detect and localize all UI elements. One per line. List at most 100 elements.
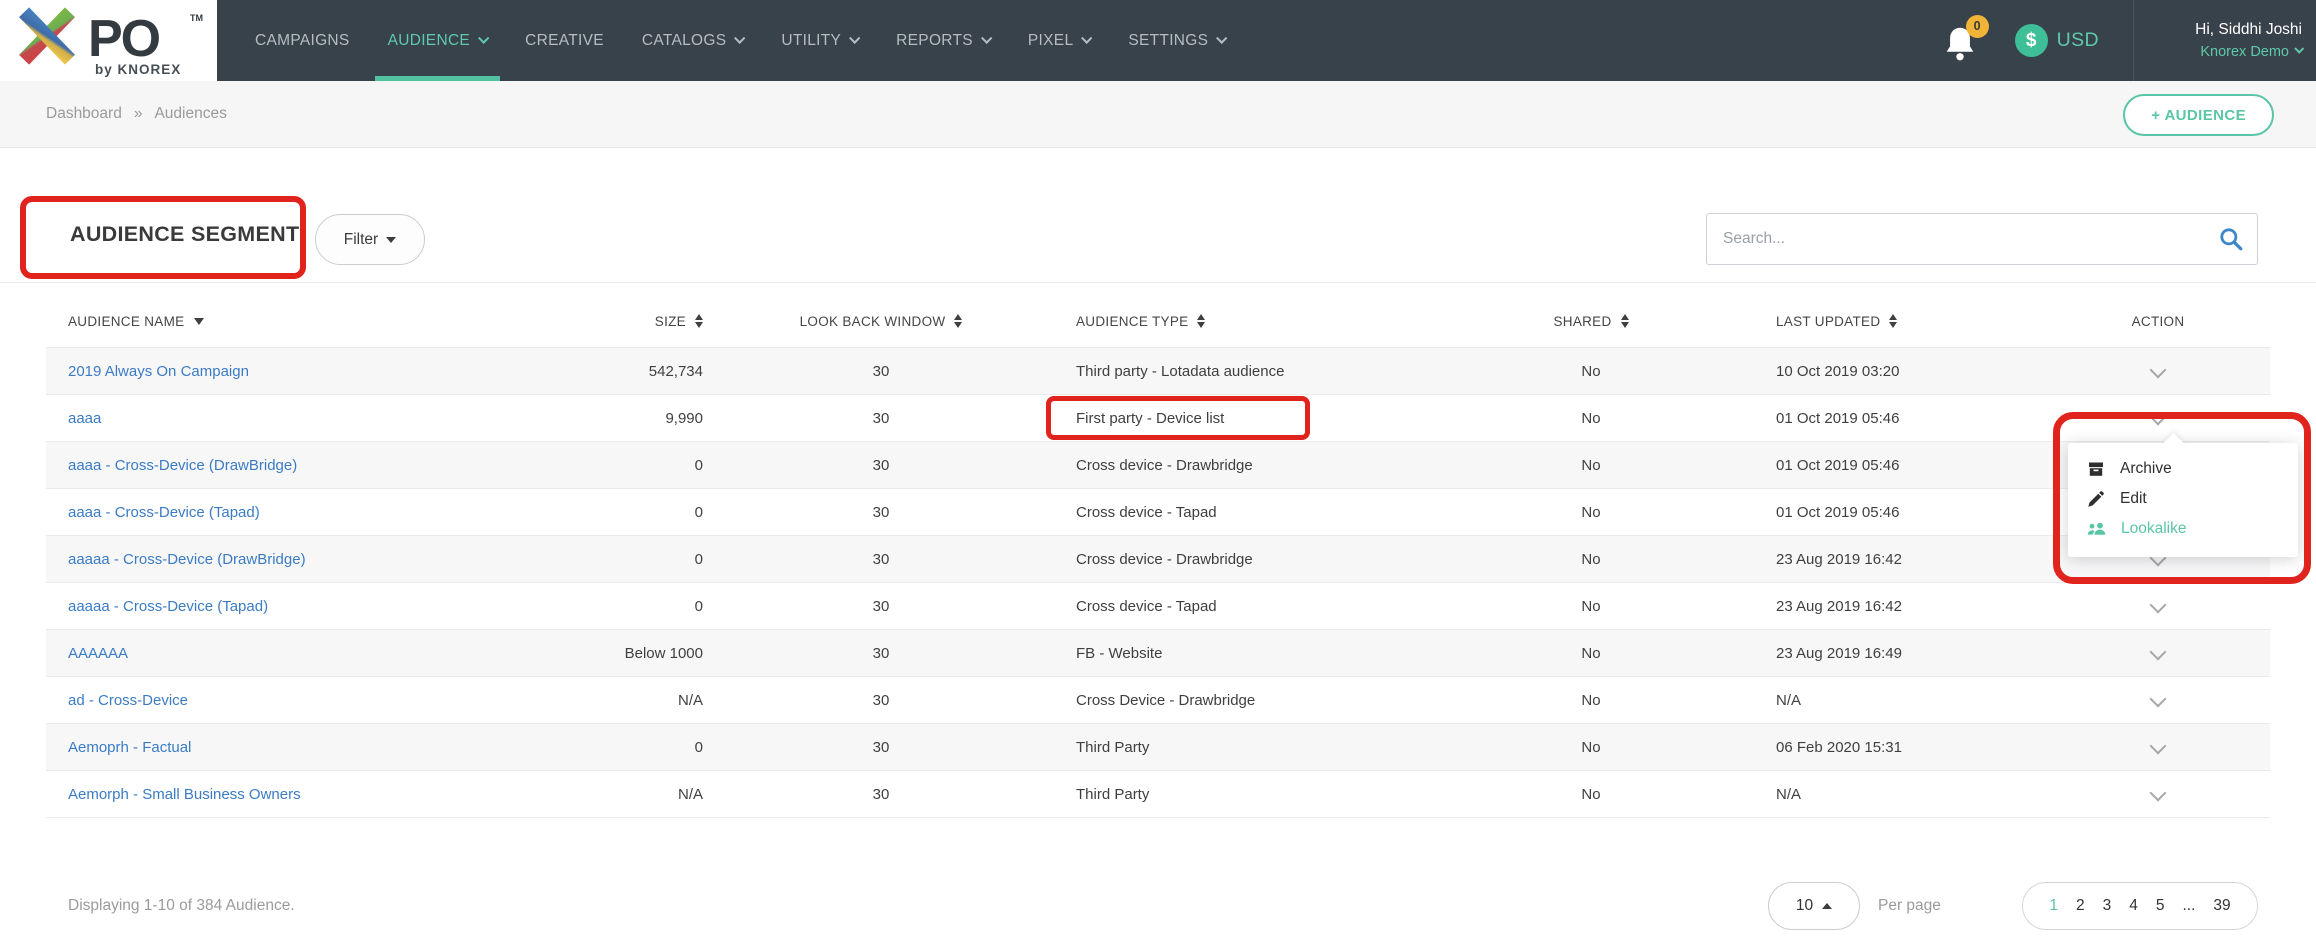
sort-down-arrow (1197, 322, 1205, 328)
nav-item-label: REPORTS (896, 32, 973, 50)
look-back-cell: 30 (716, 410, 1046, 427)
page-button-4[interactable]: 4 (2129, 897, 2138, 915)
user-account-label: Knorex Demo (2200, 44, 2289, 60)
chevron-down-icon (2150, 596, 2167, 613)
filter-button[interactable]: Filter (315, 214, 425, 265)
audience-name-link[interactable]: aaaa - Cross-Device (DrawBridge) (68, 457, 297, 474)
action-cell (2046, 687, 2270, 714)
size-cell: 542,734 (606, 363, 716, 380)
caret-up-icon (1822, 903, 1832, 909)
archive-icon (2087, 460, 2105, 478)
page-button-1[interactable]: 1 (2049, 897, 2058, 915)
audience-segment-page: PO TM by KNOREX CAMPAIGNSAUDIENCE CREATIV… (0, 0, 2316, 944)
page-button-3[interactable]: 3 (2103, 897, 2112, 915)
chevron-down-icon (2150, 690, 2167, 707)
audience-name-link[interactable]: Aemorph - Small Business Owners (68, 786, 301, 803)
chevron-down-icon (2150, 784, 2167, 801)
nav-item-label: CREATIVE (525, 32, 604, 50)
sort-up-arrow (954, 314, 962, 320)
action-cell (2046, 734, 2270, 761)
audience-name-link[interactable]: aaaa (68, 410, 101, 427)
audience-type-cell: FB - Website (1046, 645, 1516, 662)
page-title: AUDIENCE SEGMENT (70, 222, 299, 247)
row-action-button[interactable] (2142, 734, 2174, 761)
last-updated-cell: 01 Oct 2019 05:46 (1666, 504, 2046, 521)
table-row: aaaa9,99030First party - Device listNo01… (46, 395, 2270, 442)
notification-count-badge: 0 (1966, 15, 1989, 38)
last-updated-cell: N/A (1666, 692, 2046, 709)
page-button-39[interactable]: 39 (2213, 897, 2230, 915)
nav-item-audience[interactable]: AUDIENCE (369, 0, 507, 81)
column-header-action: ACTION (2046, 314, 2270, 329)
results-summary: Displaying 1-10 of 384 Audience. (68, 897, 295, 915)
size-cell: 0 (606, 457, 716, 474)
nav-item-catalogs[interactable]: CATALOGS (623, 0, 763, 81)
action-cell (2046, 405, 2270, 432)
nav-item-label: PIXEL (1028, 32, 1073, 50)
column-header-shared[interactable]: SHARED (1516, 314, 1666, 329)
menu-item-lookalike[interactable]: Lookalike (2068, 514, 2298, 544)
nav-item-utility[interactable]: UTILITY (762, 0, 877, 81)
row-action-button[interactable] (2142, 781, 2174, 808)
table-header: AUDIENCE NAMESIZELOOK BACK WINDOWAUDIENC… (46, 295, 2270, 347)
table-row: aaaa - Cross-Device (Tapad)030Cross devi… (46, 489, 2270, 536)
page-button-5[interactable]: 5 (2156, 897, 2165, 915)
audience-name-link[interactable]: Aemoprh - Factual (68, 739, 191, 756)
table-row: aaaa - Cross-Device (DrawBridge)030Cross… (46, 442, 2270, 489)
look-back-cell: 30 (716, 598, 1046, 615)
look-back-cell: 30 (716, 551, 1046, 568)
per-page-select[interactable]: 10 (1768, 882, 1860, 930)
notifications-button[interactable]: 0 (1943, 17, 1987, 65)
size-cell: N/A (606, 786, 716, 803)
xpo-logo-graphic: PO TM by KNOREX (0, 0, 217, 81)
column-header-look-back-window[interactable]: LOOK BACK WINDOW (716, 314, 1046, 329)
audience-name-cell: aaaa - Cross-Device (DrawBridge) (46, 457, 606, 474)
nav-item-pixel[interactable]: PIXEL (1009, 0, 1109, 81)
nav-item-settings[interactable]: SETTINGS (1109, 0, 1244, 81)
add-audience-button[interactable]: + AUDIENCE (2123, 94, 2274, 136)
breadcrumb-dashboard[interactable]: Dashboard (46, 105, 122, 123)
nav-item-campaigns[interactable]: CAMPAIGNS (236, 0, 369, 81)
audience-name-cell: aaaaa - Cross-Device (Tapad) (46, 598, 606, 615)
audience-name-link[interactable]: AAAAAA (68, 645, 128, 662)
shared-cell: No (1516, 692, 1666, 709)
look-back-cell: 30 (716, 645, 1046, 662)
menu-item-edit[interactable]: Edit (2068, 484, 2298, 514)
column-header-last-updated[interactable]: LAST UPDATED (1666, 314, 2046, 329)
column-header-audience-name[interactable]: AUDIENCE NAME (46, 314, 606, 329)
row-action-button[interactable] (2142, 640, 2174, 667)
audience-name-link[interactable]: 2019 Always On Campaign (68, 363, 249, 380)
row-action-button[interactable] (2142, 687, 2174, 714)
sort-down-arrow (954, 322, 962, 328)
audience-name-link[interactable]: aaaaa - Cross-Device (Tapad) (68, 598, 268, 615)
table-row: Aemorph - Small Business OwnersN/A30Thir… (46, 771, 2270, 818)
xpo-logo[interactable]: PO TM by KNOREX (0, 0, 217, 81)
last-updated-cell: 01 Oct 2019 05:46 (1666, 457, 2046, 474)
nav-item-creative[interactable]: CREATIVE (506, 0, 623, 81)
page-button-2[interactable]: 2 (2076, 897, 2085, 915)
audience-name-link[interactable]: ad - Cross-Device (68, 692, 188, 709)
user-menu[interactable]: Hi, Siddhi Joshi Knorex Demo (2134, 21, 2316, 61)
menu-item-archive[interactable]: Archive (2068, 454, 2298, 484)
column-header-audience-type[interactable]: AUDIENCE TYPE (1046, 314, 1516, 329)
search-icon[interactable] (2218, 226, 2244, 252)
audience-name-link[interactable]: aaaa - Cross-Device (Tapad) (68, 504, 260, 521)
look-back-cell: 30 (716, 786, 1046, 803)
breadcrumb-audiences[interactable]: Audiences (154, 105, 226, 123)
row-action-button[interactable] (2142, 358, 2174, 385)
nav-item-reports[interactable]: REPORTS (877, 0, 1009, 81)
people-group-icon (2087, 520, 2106, 538)
table-row: 2019 Always On Campaign542,73430Third pa… (46, 348, 2270, 395)
table-row: AAAAAABelow 100030FB - WebsiteNo23 Aug 2… (46, 630, 2270, 677)
column-header-size[interactable]: SIZE (606, 314, 716, 329)
row-action-button[interactable] (2142, 593, 2174, 620)
breadcrumb: Dashboard » Audiences (46, 105, 227, 123)
audience-name-link[interactable]: aaaaa - Cross-Device (DrawBridge) (68, 551, 306, 568)
navbar-right: 0 $ USD Hi, Siddhi Joshi Knorex Demo (1943, 0, 2316, 81)
chevron-down-icon (981, 32, 992, 43)
currency-selector[interactable]: $ USD (2015, 24, 2099, 57)
row-action-button[interactable] (2142, 405, 2174, 432)
sort-up-arrow (695, 314, 703, 320)
search-input[interactable] (1706, 213, 2258, 265)
chevron-down-icon (2150, 737, 2167, 754)
